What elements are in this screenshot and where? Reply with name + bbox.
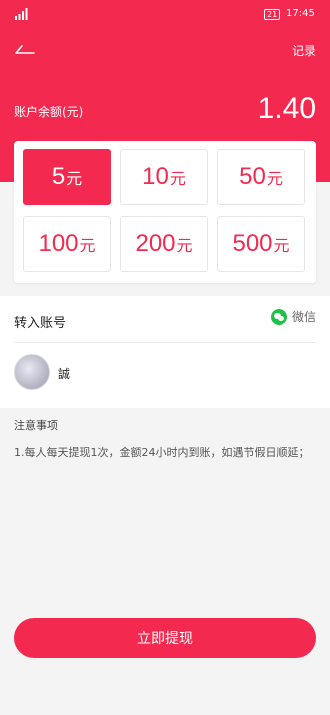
withdraw-button[interactable]: 立即提现: [14, 618, 316, 658]
amount-option-200[interactable]: 200 元: [120, 216, 208, 272]
wechat-icon: [270, 308, 287, 325]
avatar: [14, 354, 50, 390]
status-bar: 21 17:45: [0, 0, 330, 28]
amount-selector: 5元 10 元 50 元 100 元 200 元 500 元: [14, 141, 316, 283]
amount-number: 500: [232, 230, 273, 257]
amount-option-10[interactable]: 10 元: [120, 149, 208, 205]
amount-number: 200: [135, 230, 176, 257]
wechat-method[interactable]: 微信: [270, 308, 316, 325]
amount-option-500[interactable]: 500 元: [217, 216, 305, 272]
notes-text: 1.每人每天提现1次，金额24小时内到账，如遇节假日顺延；: [14, 446, 310, 459]
amount-number: 10: [142, 163, 169, 190]
divider: [14, 342, 316, 343]
back-button[interactable]: [12, 38, 38, 62]
amount-unit: 元: [273, 236, 290, 255]
amount-unit: 元: [169, 169, 186, 188]
amount-unit: 元: [79, 236, 96, 255]
amount-option-50[interactable]: 50 元: [217, 149, 305, 205]
amount-unit: 元: [266, 169, 283, 188]
back-arrow-icon: [15, 45, 35, 54]
amount-number: 5: [51, 163, 66, 190]
amount-unit: 元: [66, 169, 83, 188]
balance-label: 账户余额(元): [14, 105, 84, 119]
status-time: 17:45: [286, 8, 315, 19]
account-nickname: 誠: [58, 367, 71, 381]
notes-title: 注意事项: [14, 419, 58, 432]
amount-number: 100: [38, 230, 79, 257]
amount-option-100[interactable]: 100 元: [23, 216, 111, 272]
transfer-account-label: 转入账号: [14, 316, 67, 331]
amount-number: 50: [239, 163, 266, 190]
records-link[interactable]: 记录: [292, 42, 316, 59]
transfer-account-section: 转入账号 微信 誠: [0, 296, 330, 408]
balance-value: 1.40: [257, 92, 316, 125]
amount-unit: 元: [176, 236, 193, 255]
wechat-label: 微信: [291, 310, 316, 324]
signal-icon: [15, 8, 28, 20]
battery-icon: 21: [264, 9, 281, 20]
amount-option-5[interactable]: 5元: [23, 149, 111, 205]
